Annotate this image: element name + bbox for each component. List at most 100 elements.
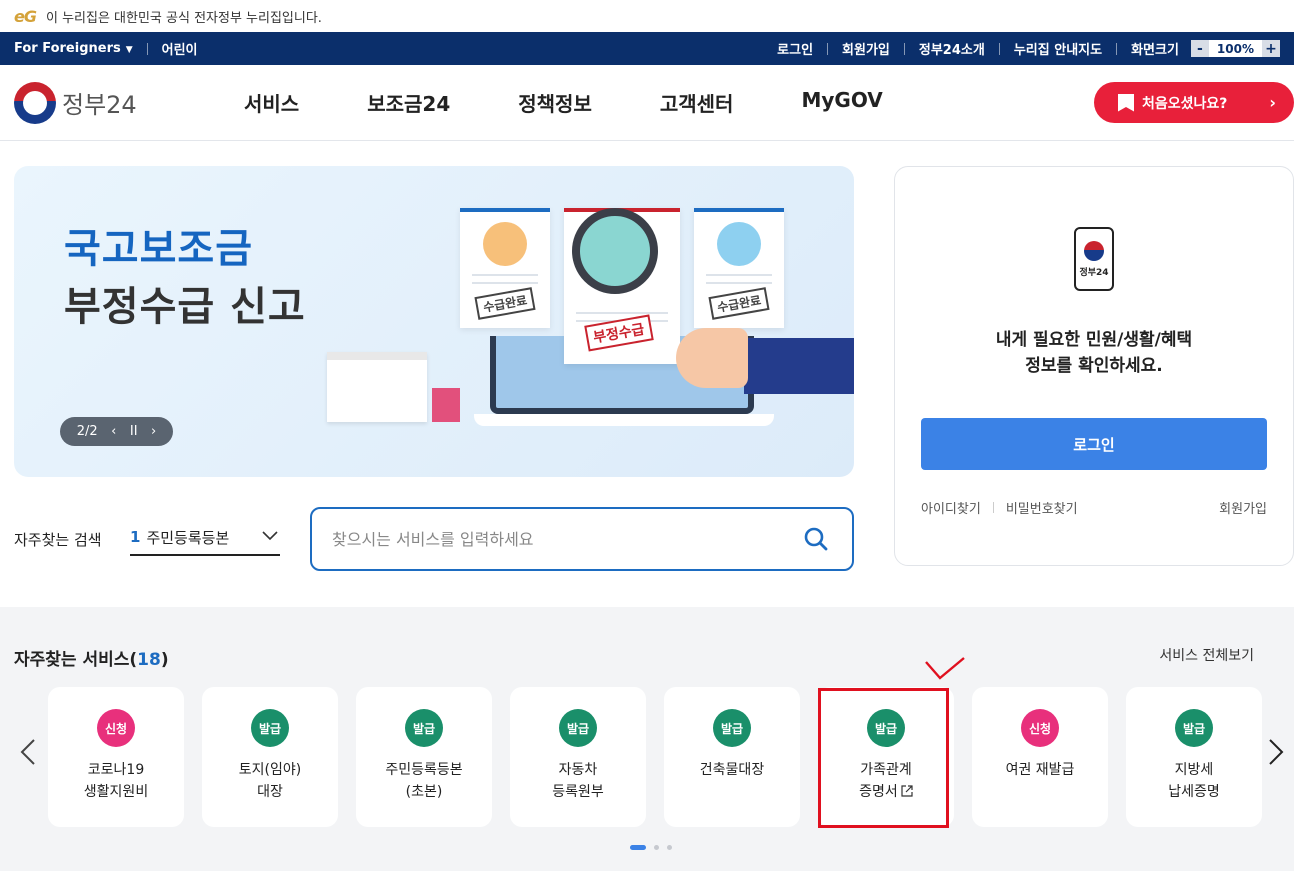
find-password-link[interactable]: 비밀번호찾기: [1006, 498, 1078, 517]
egov-logo: eG: [14, 6, 37, 26]
annotation-checkmark-icon: [925, 657, 965, 680]
zoom-value: 100%: [1208, 40, 1262, 57]
plant-illustration: [432, 388, 460, 422]
service-name-line1: 주민등록등본: [385, 762, 463, 778]
service-card-land-register[interactable]: 발급 토지(임야) 대장: [202, 687, 338, 827]
main-header: 정부24 서비스 보조금24 정책정보 고객센터 MyGOV 처음오셨나요? ›: [0, 65, 1294, 141]
issue-badge: 발급: [251, 709, 289, 747]
hero-title-line2: 부정수급 신고: [64, 284, 306, 330]
menu-mygov[interactable]: MyGOV: [801, 88, 882, 117]
frequent-services-title: 자주찾는 서비스(18): [14, 650, 169, 670]
frequent-search-dropdown[interactable]: 1 주민등록등본: [130, 520, 280, 556]
gov-notice-text: 이 누리집은 대한민국 공식 전자정부 누리집입니다.: [45, 10, 322, 26]
service-name-line2: (초본): [405, 784, 443, 800]
login-panel: 정부24 내게 필요한 민원/생활/혜택 정보를 확인하세요. 로그인 아이디찾…: [894, 166, 1294, 566]
menu-customer-center[interactable]: 고객센터: [660, 88, 734, 117]
service-name-line2: 납세증명: [1168, 784, 1220, 800]
slide-counter: 2/2: [76, 424, 98, 439]
issue-badge: 발급: [1175, 709, 1213, 747]
view-all-services-link[interactable]: 서비스 전체보기: [1159, 645, 1254, 665]
frequent-search-value: 주민등록등본: [146, 528, 230, 547]
issue-badge: 발급: [559, 709, 597, 747]
slide-next-icon[interactable]: ›: [151, 424, 156, 439]
frequent-services-section: 자주찾는 서비스(18) 서비스 전체보기 신청 코로나19 생활지원비 발급 토…: [0, 607, 1294, 871]
taegeuk-logo-icon: [14, 81, 56, 124]
apply-badge: 신청: [97, 709, 135, 747]
carousel-prev-icon[interactable]: [20, 739, 36, 772]
service-name-line1: 코로나19: [87, 762, 145, 778]
login-message-line2: 정보를 확인하세요.: [1025, 356, 1163, 376]
service-name-line2: 증명서: [859, 784, 898, 800]
hero-banner[interactable]: 국고보조금 부정수급 신고 수급완료 부정수급 수급완료 2/2 ‹ II ›: [14, 166, 854, 477]
login-button[interactable]: 로그인: [921, 418, 1267, 470]
menu-policy[interactable]: 정책정보: [518, 88, 592, 117]
mobile-gov24-icon: 정부24: [1074, 227, 1114, 291]
service-name-line1: 토지(임야): [238, 762, 302, 778]
issue-badge: 발급: [405, 709, 443, 747]
service-name-line2: 등록원부: [552, 784, 604, 800]
pagination-dot-active[interactable]: [630, 845, 646, 850]
zoom-in-button[interactable]: +: [1262, 40, 1280, 57]
gov-notice-bar: eG 이 누리집은 대한민국 공식 전자정부 누리집입니다.: [0, 0, 1294, 32]
service-name-line1: 지방세: [1174, 762, 1214, 778]
pagination-dot[interactable]: [667, 845, 672, 850]
first-visit-button[interactable]: 처음오셨나요? ›: [1094, 82, 1294, 123]
service-name-line1: 건축물대장: [699, 762, 765, 778]
man-avatar-icon: [717, 222, 761, 266]
chevron-right-icon: ›: [1269, 93, 1276, 112]
caret-down-icon: ▼: [125, 45, 133, 55]
service-card-covid-support[interactable]: 신청 코로나19 생활지원비: [48, 687, 184, 827]
search-input[interactable]: [332, 529, 792, 549]
kids-link[interactable]: 어린이: [162, 39, 198, 58]
hand-illustration: [676, 328, 748, 388]
woman-avatar-icon: [483, 222, 527, 266]
find-id-link[interactable]: 아이디찾기: [921, 498, 981, 517]
carousel-next-icon[interactable]: [1268, 739, 1284, 772]
carousel-pagination: [630, 845, 672, 850]
menu-services[interactable]: 서비스: [244, 88, 299, 117]
zoom-control: - 100% +: [1190, 40, 1280, 57]
service-name-line1: 여권 재발급: [1005, 762, 1075, 778]
service-name-line1: 자동차: [558, 762, 598, 778]
for-foreigners-dropdown[interactable]: For Foreigners ▼: [14, 41, 133, 56]
slide-controls: 2/2 ‹ II ›: [60, 417, 173, 446]
site-logo[interactable]: 정부24: [14, 81, 244, 124]
service-card-building-register[interactable]: 발급 건축물대장: [664, 687, 800, 827]
frequent-search-label: 자주찾는 검색: [14, 531, 102, 549]
chevron-down-icon: [262, 529, 278, 545]
sleeve-illustration: [744, 338, 854, 394]
phone-label: 정부24: [1079, 267, 1109, 278]
first-visit-label: 처음오셨나요?: [1142, 95, 1228, 112]
pagination-dot[interactable]: [654, 845, 659, 850]
hero-title-line1: 국고보조금: [64, 226, 253, 272]
utility-bar: For Foreigners ▼ 어린이 로그인 회원가입 정부24소개 누리집 …: [0, 32, 1294, 65]
services-carousel: 신청 코로나19 생활지원비 발급 토지(임야) 대장 발급 주민등록등본 (초본) …: [48, 687, 1262, 827]
search-icon[interactable]: [804, 527, 828, 551]
service-card-vehicle-registration[interactable]: 발급 자동차등록원부: [510, 687, 646, 827]
issue-badge: 발급: [713, 709, 751, 747]
service-card-local-tax-certificate[interactable]: 발급 지방세납세증명: [1126, 687, 1262, 827]
service-name-line2: 대장: [257, 784, 283, 800]
search-box: [310, 507, 854, 571]
util-signup-link[interactable]: 회원가입: [842, 39, 890, 58]
calendar-illustration: [327, 352, 427, 422]
service-card-family-relation-certificate[interactable]: 발급 가족관계 증명서: [818, 687, 954, 827]
service-name-line2: 생활지원비: [83, 784, 149, 800]
logo-text: 정부24: [62, 91, 137, 119]
bookmark-star-icon: [1118, 93, 1134, 112]
service-card-passport-reissue[interactable]: 신청 여권 재발급: [972, 687, 1108, 827]
util-login-link[interactable]: 로그인: [777, 39, 813, 58]
slide-pause-icon[interactable]: II: [130, 424, 138, 439]
login-message-line1: 내게 필요한 민원/생활/혜택: [995, 330, 1193, 350]
service-card-resident-registration[interactable]: 발급 주민등록등본 (초본): [356, 687, 492, 827]
apply-badge: 신청: [1021, 709, 1059, 747]
util-sitemap-link[interactable]: 누리집 안내지도: [1014, 39, 1102, 58]
signup-link[interactable]: 회원가입: [1219, 498, 1267, 517]
slide-prev-icon[interactable]: ‹: [111, 424, 116, 439]
services-count: 18: [137, 650, 161, 670]
menu-subsidy[interactable]: 보조금24: [367, 88, 450, 117]
frequent-search-rank: 1: [130, 528, 141, 546]
issue-badge: 발급: [867, 709, 905, 747]
util-about-link[interactable]: 정부24소개: [919, 39, 985, 58]
zoom-out-button[interactable]: -: [1190, 40, 1209, 57]
